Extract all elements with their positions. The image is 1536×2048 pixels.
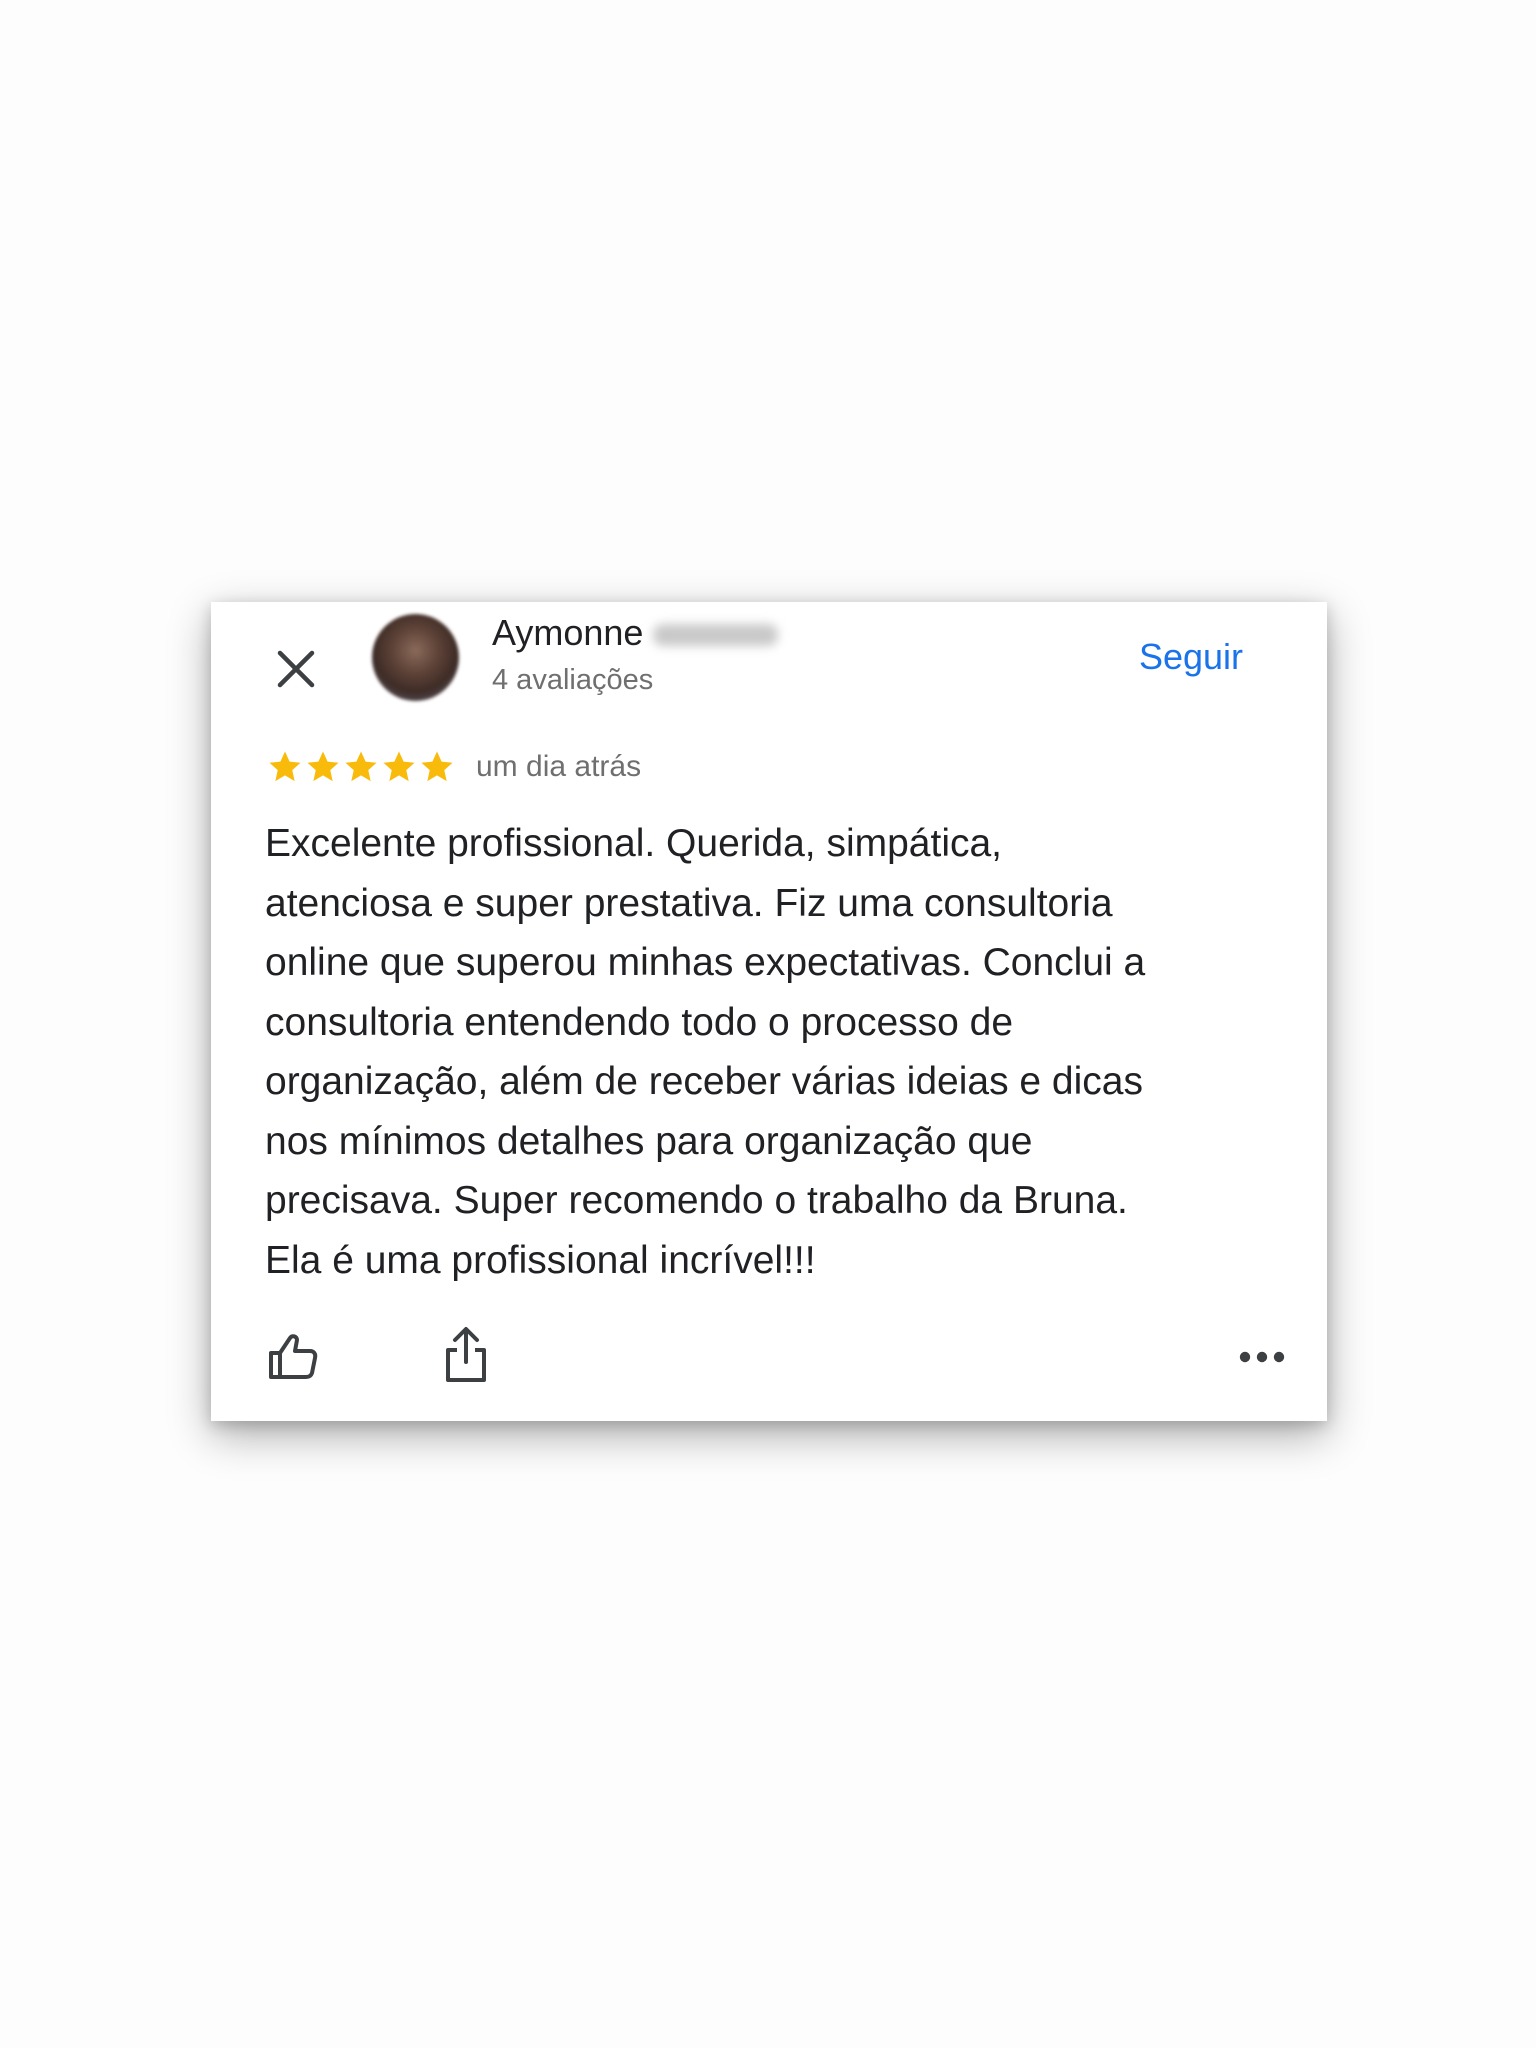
review-card: Aymonne 4 avaliações Seguir um dia atrás… xyxy=(211,602,1327,1421)
follow-button[interactable]: Seguir xyxy=(1139,636,1243,678)
reviewer-name[interactable]: Aymonne xyxy=(492,612,779,654)
star-icon xyxy=(345,751,377,782)
more-options-button[interactable] xyxy=(1237,1344,1287,1370)
close-icon xyxy=(277,650,315,688)
star-icon xyxy=(269,751,301,782)
reviewer-review-count: 4 avaliações xyxy=(492,664,654,696)
reviewer-avatar[interactable] xyxy=(372,614,459,701)
share-icon xyxy=(446,1327,486,1382)
star-icon xyxy=(421,751,453,782)
reviewer-surname-blurred xyxy=(653,624,779,647)
thumbs-up-icon xyxy=(269,1334,318,1379)
review-text: Excelente profissional. Querida, simpáti… xyxy=(265,822,1146,1282)
star-icon xyxy=(307,751,339,782)
review-date: um dia atrás xyxy=(476,750,642,783)
reviewer-name-text: Aymonne xyxy=(492,612,644,653)
star-rating xyxy=(266,748,456,786)
close-button[interactable] xyxy=(261,634,331,704)
share-button[interactable] xyxy=(440,1326,492,1384)
more-horizontal-icon xyxy=(1239,1351,1285,1363)
like-button[interactable] xyxy=(265,1328,321,1384)
star-icon xyxy=(383,751,415,782)
